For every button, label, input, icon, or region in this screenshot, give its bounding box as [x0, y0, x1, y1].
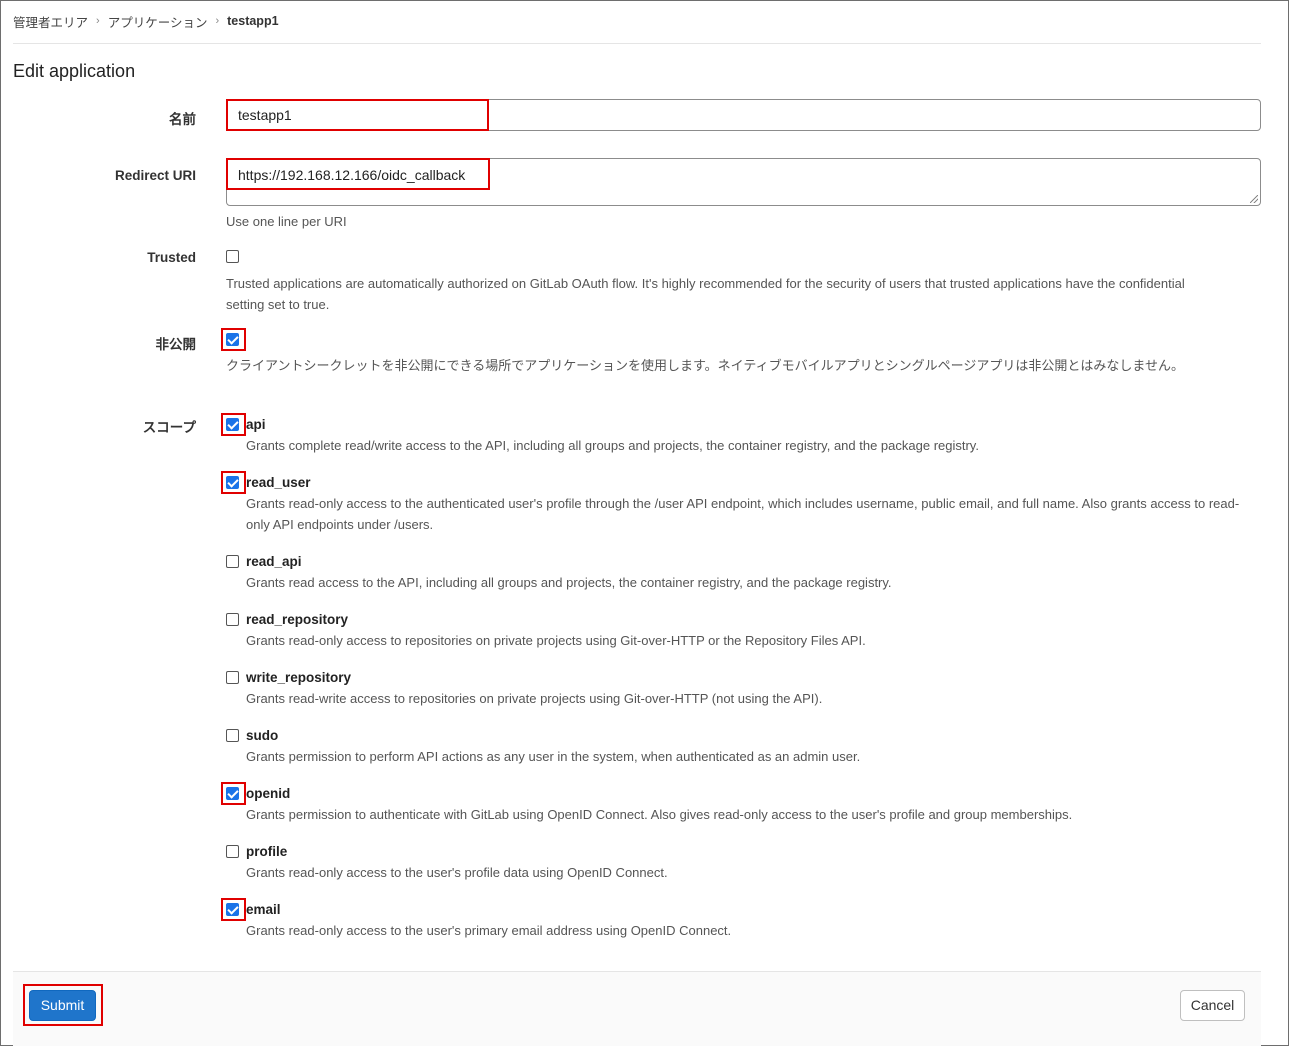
scope-desc-profile: Grants read-only access to the user's pr…	[246, 865, 668, 880]
chevron-right-icon: ›	[96, 15, 100, 27]
confidential-label: 非公開	[155, 337, 197, 352]
scope-checkbox-email[interactable]	[226, 903, 239, 916]
scope-name-openid: openid	[246, 786, 291, 801]
trusted-help: Trusted applications are automatically a…	[226, 276, 1185, 312]
scope-desc-openid: Grants permission to authenticate with G…	[246, 807, 1073, 822]
scope-desc-read-user: Grants read-only access to the authentic…	[246, 496, 1240, 532]
scope-desc-read-api: Grants read access to the API, including…	[246, 575, 892, 590]
scope-name-email: email	[246, 902, 281, 917]
scope-name-sudo: sudo	[246, 728, 279, 743]
scopes-label: スコープ	[142, 420, 196, 435]
breadcrumb-admin-area[interactable]: 管理者エリア	[13, 12, 88, 31]
scope-desc-write-repository: Grants read-write access to repositories…	[246, 691, 823, 706]
scope-desc-read-repository: Grants read-only access to repositories …	[246, 633, 866, 648]
scope-checkbox-sudo[interactable]	[226, 729, 239, 742]
confidential-checkbox[interactable]	[226, 333, 239, 346]
trusted-checkbox[interactable]	[226, 250, 239, 263]
scope-name-read-api: read_api	[246, 554, 302, 569]
page-title: Edit application	[13, 61, 136, 81]
redirect-uri-value: https://192.168.12.166/oidc_callback	[238, 167, 466, 183]
breadcrumb: 管理者エリア › アプリケーション › testapp1	[13, 12, 279, 30]
breadcrumb-current[interactable]: testapp1	[227, 14, 278, 28]
scope-checkbox-api[interactable]	[226, 418, 239, 431]
scope-desc-api: Grants complete read/write access to the…	[246, 438, 979, 453]
chevron-right-icon: ›	[215, 15, 220, 27]
divider	[13, 43, 1261, 44]
scope-name-profile: profile	[246, 844, 288, 859]
scope-name-api: api	[246, 417, 266, 432]
name-label: 名前	[169, 112, 196, 127]
resize-handle-icon[interactable]	[1250, 195, 1258, 203]
scope-checkbox-openid[interactable]	[226, 787, 239, 800]
redirect-uri-help: Use one line per URI	[226, 214, 347, 229]
name-field[interactable]: testapp1	[226, 99, 1261, 131]
form-actions	[13, 971, 1261, 1046]
scope-desc-sudo: Grants permission to perform API actions…	[246, 749, 861, 764]
scope-checkbox-write-repository[interactable]	[226, 671, 239, 684]
scope-name-read-repository: read_repository	[246, 612, 349, 627]
confidential-help: クライアントシークレットを非公開にできる場所でアプリケーションを使用します。ネイ…	[226, 358, 1184, 373]
scope-desc-email: Grants read-only access to the user's pr…	[246, 923, 732, 938]
scope-name-read-user: read_user	[246, 475, 311, 490]
scope-checkbox-read-user[interactable]	[226, 476, 239, 489]
breadcrumb-applications[interactable]: アプリケーション	[108, 12, 208, 31]
cancel-button[interactable]: Cancel	[1180, 990, 1245, 1021]
scope-name-write-repository: write_repository	[246, 670, 352, 685]
redirect-uri-label: Redirect URI	[114, 168, 196, 183]
redirect-uri-field[interactable]: https://192.168.12.166/oidc_callback	[226, 158, 1261, 206]
trusted-label: Trusted	[147, 250, 196, 265]
scope-checkbox-read-api[interactable]	[226, 555, 239, 568]
scope-checkbox-profile[interactable]	[226, 845, 239, 858]
scope-checkbox-read-repository[interactable]	[226, 613, 239, 626]
submit-button[interactable]: Submit	[29, 990, 96, 1021]
